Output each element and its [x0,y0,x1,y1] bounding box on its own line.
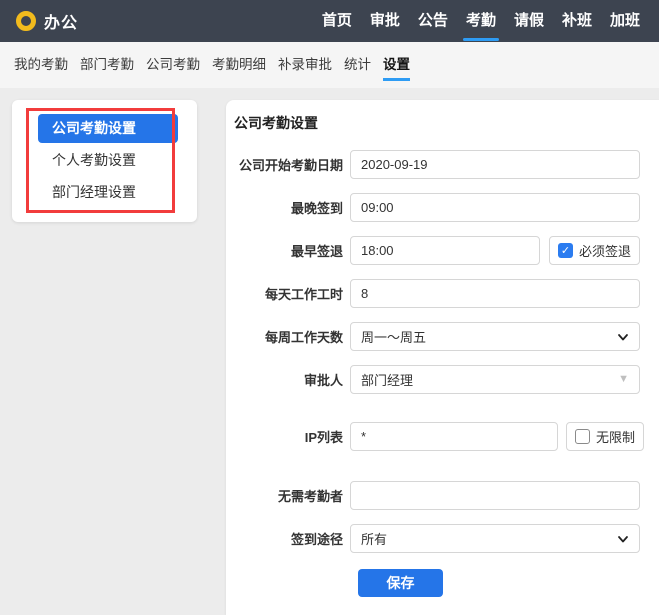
form-row-approver: 审批人 部门经理 ▼ [226,365,659,394]
top-nav-item-makeup-shift[interactable]: 补班 [553,0,601,42]
form-row-start-date: 公司开始考勤日期 [226,150,659,179]
latest-checkin-input[interactable] [350,193,640,222]
weekly-days-selected-value: 周一～周五 [361,327,426,346]
top-nav: 首页 审批 公告 考勤 请假 补班 加班 [313,0,649,42]
attendance-sub-nav: 我的考勤 部门考勤 公司考勤 考勤明细 补录审批 统计 设置 [0,42,659,88]
attendance-settings-form: 公司开始考勤日期 最晚签到 最早签退 ✓ 必须签退 每天工作工时 每 [226,150,659,597]
settings-sidebar-card: 公司考勤设置 个人考勤设置 部门经理设置 [12,100,197,222]
approver-label: 审批人 [226,370,350,389]
exempt-input[interactable] [350,481,640,510]
sidebar-item-personal-attendance-settings[interactable]: 个人考勤设置 [12,146,197,175]
approver-select[interactable]: 部门经理 ▼ [350,365,640,394]
must-checkout-checkbox-group[interactable]: ✓ 必须签退 [549,236,640,265]
form-row-latest-checkin: 最晚签到 [226,193,659,222]
sub-nav-statistics[interactable]: 统计 [344,42,371,88]
sub-nav-company-attendance[interactable]: 公司考勤 [146,42,200,88]
sub-nav-supplement-approval[interactable]: 补录审批 [278,42,332,88]
form-row-checkin-channel: 签到途径 所有 [226,524,659,553]
sub-nav-attendance-detail[interactable]: 考勤明细 [212,42,266,88]
checkbox-unchecked-icon[interactable] [575,429,590,444]
unlimited-checkbox-label: 无限制 [596,427,635,446]
checkin-channel-selected-value: 所有 [361,529,387,548]
top-nav-item-overtime[interactable]: 加班 [601,0,649,42]
form-row-exempt: 无需考勤者 [226,481,659,510]
save-button[interactable]: 保存 [358,569,443,597]
chevron-down-icon [617,331,629,343]
sub-nav-dept-attendance[interactable]: 部门考勤 [80,42,134,88]
checkin-channel-select[interactable]: 所有 [350,524,640,553]
start-date-label: 公司开始考勤日期 [226,155,350,174]
form-row-ip-list: IP列表 无限制 [226,422,659,451]
ip-list-label: IP列表 [226,427,350,446]
app-logo-text: 办公 [44,9,78,33]
form-row-earliest-checkout: 最早签退 ✓ 必须签退 [226,236,659,265]
sidebar-item-dept-manager-settings[interactable]: 部门经理设置 [12,178,197,207]
unlimited-checkbox-group[interactable]: 无限制 [566,422,644,451]
earliest-checkout-label: 最早签退 [226,241,350,260]
sub-nav-my-attendance[interactable]: 我的考勤 [14,42,68,88]
approver-selected-value: 部门经理 [361,370,413,389]
earliest-checkout-input[interactable] [350,236,540,265]
must-checkout-checkbox-label: 必须签退 [579,241,631,260]
checkin-channel-label: 签到途径 [226,529,350,548]
top-nav-item-leave[interactable]: 请假 [505,0,553,42]
daily-hours-input[interactable] [350,279,640,308]
settings-menu: 公司考勤设置 个人考勤设置 部门经理设置 [12,100,197,207]
weekly-days-select[interactable]: 周一～周五 [350,322,640,351]
latest-checkin-label: 最晚签到 [226,198,350,217]
sub-nav-settings[interactable]: 设置 [383,42,410,88]
app-logo-ring-icon [16,11,36,31]
exempt-label: 无需考勤者 [226,486,350,505]
ip-list-input[interactable] [350,422,558,451]
form-row-daily-hours: 每天工作工时 [226,279,659,308]
caret-down-icon: ▼ [618,374,629,385]
app-logo[interactable]: 办公 [16,9,78,33]
sidebar-item-company-attendance-settings[interactable]: 公司考勤设置 [38,114,178,143]
checkbox-checked-icon[interactable]: ✓ [558,243,573,258]
daily-hours-label: 每天工作工时 [226,284,350,303]
top-bar: 办公 首页 审批 公告 考勤 请假 补班 加班 [0,0,659,42]
weekly-days-label: 每周工作天数 [226,327,350,346]
top-nav-item-announcement[interactable]: 公告 [409,0,457,42]
top-nav-item-attendance[interactable]: 考勤 [457,0,505,42]
chevron-down-icon [617,533,629,545]
panel-title: 公司考勤设置 [234,113,659,133]
form-row-weekly-days: 每周工作天数 周一～周五 [226,322,659,351]
start-date-input[interactable] [350,150,640,179]
top-nav-item-approval[interactable]: 审批 [361,0,409,42]
top-nav-item-home[interactable]: 首页 [313,0,361,42]
company-attendance-settings-panel: 公司考勤设置 公司开始考勤日期 最晚签到 最早签退 ✓ 必须签退 每天工作工时 [226,100,659,615]
